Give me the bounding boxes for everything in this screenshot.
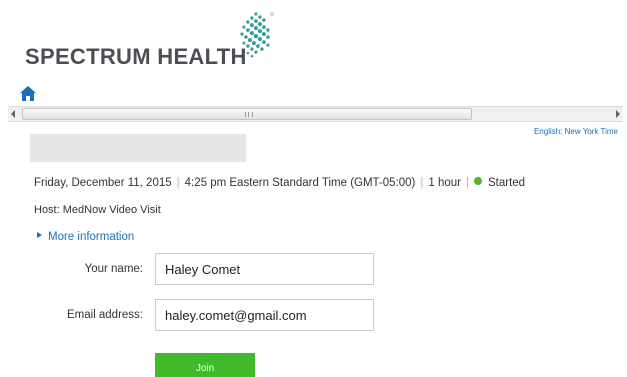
more-information-link[interactable]: More information xyxy=(37,230,134,244)
brand-logo-text: SPECTRUM HEALTH xyxy=(25,44,247,69)
scroll-right-arrow-icon[interactable] xyxy=(616,110,620,118)
expand-triangle-icon xyxy=(37,232,42,238)
separator: | xyxy=(466,177,469,189)
email-label: Email address: xyxy=(66,309,143,321)
home-icon[interactable] xyxy=(20,86,36,101)
separator: | xyxy=(420,177,424,189)
join-button[interactable]: Join xyxy=(155,353,255,377)
horizontal-scrollbar[interactable] xyxy=(8,106,623,122)
scroll-left-arrow-icon[interactable] xyxy=(11,110,15,118)
name-input[interactable] xyxy=(155,253,374,285)
meeting-status: Started xyxy=(488,177,526,189)
scrollbar-grip-icon xyxy=(245,112,253,117)
meeting-duration: 1 hour xyxy=(428,177,461,189)
meeting-title-bar xyxy=(30,134,246,162)
meeting-host: Host: MedNow Video Visit xyxy=(34,204,161,216)
meeting-date: Friday, December 11, 2015 xyxy=(34,177,172,189)
meeting-details: Friday, December 11, 2015 | 4:25 pm Easter… xyxy=(34,176,525,190)
status-dot-icon xyxy=(474,177,482,185)
more-information-label: More information xyxy=(48,231,135,243)
separator: | xyxy=(176,177,180,189)
name-label: Your name: xyxy=(84,263,143,275)
scrollbar-thumb[interactable] xyxy=(22,108,472,120)
meeting-join-page: SPECTRUM HEALTH English: New York Time F… xyxy=(0,0,627,377)
meeting-time: 4:25 pm Eastern Standard Time (GMT-05:00… xyxy=(184,177,416,189)
language-timezone-link[interactable]: English: New York Time xyxy=(534,127,618,136)
email-input[interactable] xyxy=(155,299,374,331)
spectrum-grid-logo-icon xyxy=(240,12,274,58)
